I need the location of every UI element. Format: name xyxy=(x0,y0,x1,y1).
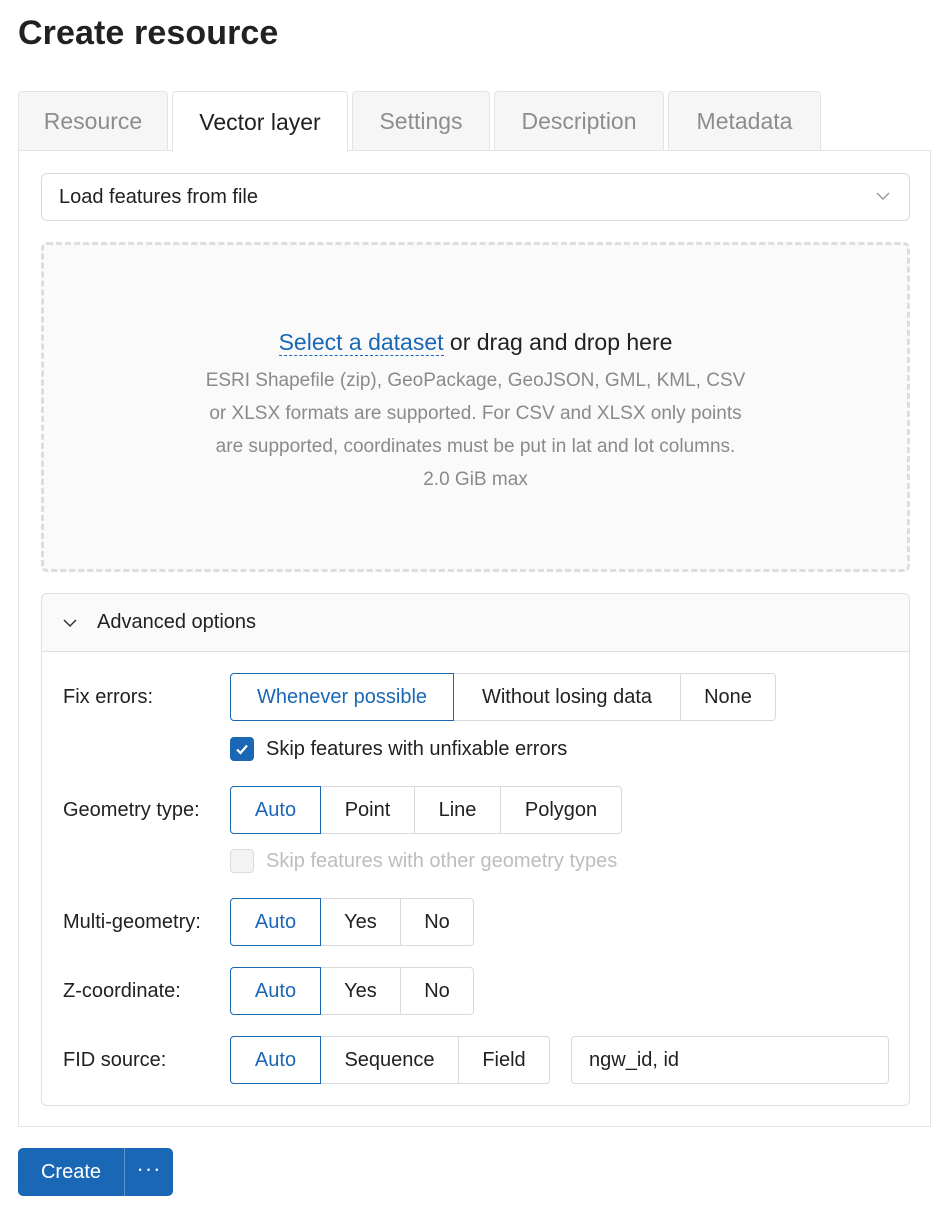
dropzone-info-line: ESRI Shapefile (zip), GeoPackage, GeoJSO… xyxy=(205,370,746,391)
geometry-type-label: Geometry type: xyxy=(63,799,200,821)
skip-other-geom-checkbox[interactable] xyxy=(230,849,254,873)
multi-geometry-yes[interactable]: Yes xyxy=(320,898,401,946)
geometry-type-line[interactable]: Line xyxy=(414,786,501,834)
fix-errors-segmented: Whenever possible Without losing data No… xyxy=(230,673,776,721)
dropzone-title-rest: or drag and drop here xyxy=(443,329,673,355)
page-title: Create resource xyxy=(18,14,279,52)
z-coordinate-yes[interactable]: Yes xyxy=(320,967,401,1015)
more-options-button[interactable]: ··· xyxy=(125,1148,173,1196)
fid-field-input[interactable] xyxy=(571,1036,889,1084)
z-coordinate-label: Z-coordinate: xyxy=(63,980,181,1002)
skip-unfixable-checkbox-row[interactable]: Skip features with unfixable errors xyxy=(230,736,567,762)
chevron-down-icon xyxy=(63,618,77,627)
multi-geometry-no[interactable]: No xyxy=(400,898,474,946)
tab-settings[interactable]: Settings xyxy=(352,91,490,151)
geometry-type-polygon[interactable]: Polygon xyxy=(500,786,622,834)
select-dataset-link[interactable]: Select a dataset xyxy=(278,329,444,356)
advanced-options-title: Advanced options xyxy=(97,611,257,633)
skip-unfixable-label: Skip features with unfixable errors xyxy=(266,737,568,760)
chevron-down-icon xyxy=(876,192,890,200)
advanced-options: Advanced options Fix errors: Whenever po… xyxy=(41,593,910,1106)
fix-errors-label: Fix errors: xyxy=(63,686,153,708)
geometry-type-segmented: Auto Point Line Polygon xyxy=(230,786,622,834)
source-select-value: Load features from file xyxy=(59,185,258,208)
create-button[interactable]: Create xyxy=(18,1148,124,1196)
tab-vector-layer[interactable]: Vector layer xyxy=(172,91,348,152)
file-dropzone[interactable]: Select a dataset or drag and drop here E… xyxy=(41,242,910,572)
fid-source-field[interactable]: Field xyxy=(458,1036,550,1084)
fix-errors-none[interactable]: None xyxy=(680,673,776,721)
z-coordinate-segmented: Auto Yes No xyxy=(230,967,474,1015)
skip-unfixable-checkbox[interactable] xyxy=(230,737,254,761)
dropzone-info-line: or XLSX formats are supported. For CSV a… xyxy=(209,403,742,424)
multi-geometry-segmented: Auto Yes No xyxy=(230,898,474,946)
fid-source-label: FID source: xyxy=(63,1049,167,1071)
tab-description[interactable]: Description xyxy=(494,91,664,151)
fid-source-auto[interactable]: Auto xyxy=(230,1036,321,1084)
fid-source-sequence[interactable]: Sequence xyxy=(320,1036,459,1084)
skip-other-geom-label: Skip features with other geometry types xyxy=(266,849,618,872)
fid-source-segmented: Auto Sequence Field xyxy=(230,1036,550,1084)
create-button-group: Create ··· xyxy=(18,1148,173,1196)
skip-other-geom-checkbox-row[interactable]: Skip features with other geometry types xyxy=(230,848,617,874)
advanced-options-header[interactable]: Advanced options xyxy=(42,594,909,652)
tab-bar: Resource Vector layer Settings Descripti… xyxy=(18,91,825,152)
dropzone-info-line: are supported, coordinates must be put i… xyxy=(215,436,736,457)
multi-geometry-auto[interactable]: Auto xyxy=(230,898,321,946)
vector-layer-panel: Load features from file Select a dataset… xyxy=(18,150,931,1127)
z-coordinate-no[interactable]: No xyxy=(400,967,474,1015)
dropzone-info-line: 2.0 GiB max xyxy=(423,469,528,490)
dropzone-title: Select a dataset or drag and drop here xyxy=(44,329,907,356)
geometry-type-point[interactable]: Point xyxy=(320,786,415,834)
z-coordinate-auto[interactable]: Auto xyxy=(230,967,321,1015)
source-select[interactable]: Load features from file xyxy=(41,173,910,221)
check-icon xyxy=(236,744,248,755)
tab-metadata[interactable]: Metadata xyxy=(668,91,821,151)
fix-errors-whenever-possible[interactable]: Whenever possible xyxy=(230,673,454,721)
multi-geometry-label: Multi-geometry: xyxy=(63,911,201,933)
dropzone-info: ESRI Shapefile (zip), GeoPackage, GeoJSO… xyxy=(44,364,907,496)
geometry-type-auto[interactable]: Auto xyxy=(230,786,321,834)
tab-resource[interactable]: Resource xyxy=(18,91,168,151)
fix-errors-without-losing-data[interactable]: Without losing data xyxy=(453,673,681,721)
